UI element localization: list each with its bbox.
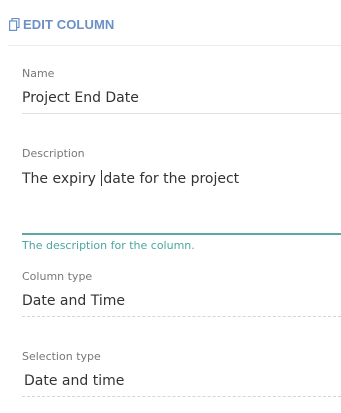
selection-type-select[interactable]: Date and time	[24, 373, 124, 389]
column-type-label: Column type	[22, 270, 93, 283]
panel-title: EDIT COLUMN	[23, 16, 115, 32]
description-label: Description	[22, 147, 85, 160]
description-underline-focused	[22, 233, 341, 235]
selection-type-label: Selection type	[22, 350, 101, 363]
description-input[interactable]: The expiry date for the project	[22, 170, 239, 187]
description-field[interactable]: Description The expiry date for the proj…	[22, 144, 341, 256]
panel-header: EDIT COLUMN	[8, 14, 114, 34]
description-text-before-caret: The expiry	[22, 171, 101, 187]
column-type-field: Column type Date and Time	[22, 267, 341, 319]
column-type-underline	[22, 316, 341, 317]
selection-type-underline	[22, 396, 341, 397]
copy-icon	[8, 17, 20, 31]
column-type-value: Date and Time	[22, 293, 125, 309]
selection-type-field[interactable]: Selection type Date and time	[22, 347, 341, 399]
name-label: Name	[22, 67, 55, 80]
header-divider	[8, 45, 341, 46]
name-input[interactable]: Project End Date	[22, 90, 139, 106]
name-underline	[22, 113, 341, 114]
name-field[interactable]: Name Project End Date	[22, 64, 341, 116]
description-helper-text: The description for the column.	[22, 239, 195, 252]
description-text-after-caret: date for the project	[103, 171, 240, 187]
